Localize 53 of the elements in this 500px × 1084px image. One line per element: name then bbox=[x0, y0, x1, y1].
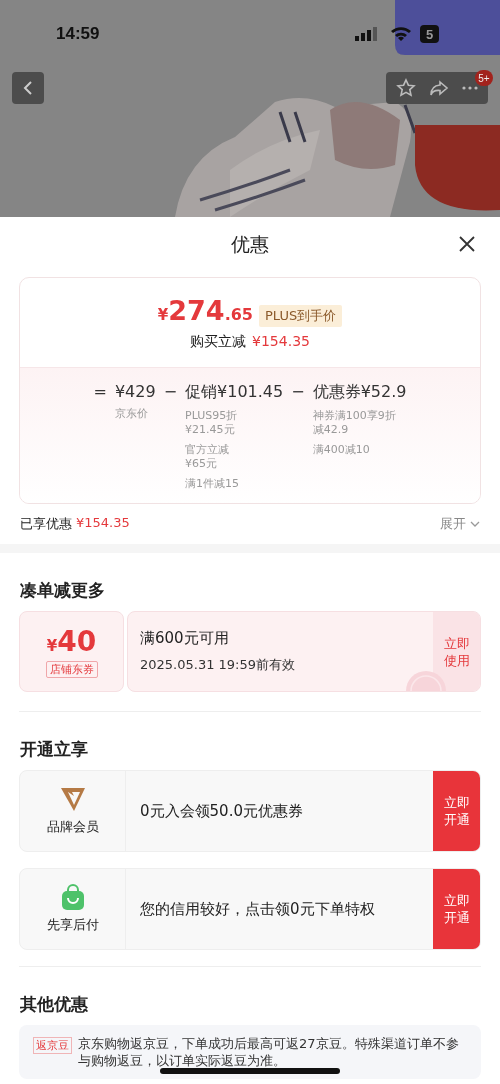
price-detail: 神券满100享9折减42.9 bbox=[312, 409, 397, 437]
coupon-condition: 满600元可用 bbox=[140, 629, 230, 648]
coupon-tag: 店铺东券 bbox=[45, 661, 98, 678]
price-component: 优惠券¥52.9 bbox=[312, 382, 407, 403]
use-button[interactable]: 立即使用 bbox=[433, 612, 480, 691]
v-logo-icon bbox=[59, 786, 86, 812]
more-icon bbox=[461, 86, 478, 90]
back-button[interactable] bbox=[12, 72, 44, 104]
sheet-title: 优惠 bbox=[231, 231, 269, 257]
star-button[interactable] bbox=[396, 78, 417, 98]
price-detail: 官方立减¥65元 bbox=[185, 443, 231, 471]
offer-text: 0元入会领50.0元优惠券 bbox=[139, 800, 304, 822]
price-component: ¥429 bbox=[114, 382, 156, 401]
section-title: 开通立享 bbox=[19, 737, 89, 761]
share-icon bbox=[429, 78, 449, 98]
status-time: 14:59 bbox=[56, 24, 100, 44]
price-detail: 京东价 bbox=[114, 407, 149, 421]
operator: = bbox=[93, 382, 107, 403]
final-price: ¥274.65 bbox=[157, 294, 253, 326]
price-detail: PLUS95折¥21.45元 bbox=[185, 409, 239, 437]
shopping-bag-icon bbox=[60, 884, 85, 910]
enjoyed-label: 已享优惠 bbox=[20, 515, 72, 533]
activate-button[interactable]: 立即开通 bbox=[433, 869, 480, 949]
operator: − bbox=[163, 382, 178, 403]
price-tag: PLUS到手价 bbox=[258, 304, 343, 327]
close-icon bbox=[458, 235, 476, 253]
info-tag: 返京豆 bbox=[33, 1037, 72, 1054]
price-detail: 满400减10 bbox=[312, 443, 371, 457]
price-component: 促销¥101.45 bbox=[185, 382, 284, 403]
reduce-label: 购买立减 bbox=[190, 332, 247, 351]
back-icon bbox=[22, 80, 34, 96]
more-button[interactable] bbox=[461, 86, 478, 90]
price-detail: 满1件减15 bbox=[185, 477, 241, 491]
operator: − bbox=[291, 382, 305, 403]
signal-icon bbox=[355, 27, 379, 41]
coupon-amount: ¥40 bbox=[46, 625, 97, 658]
info-text: 京东购物返京豆，下单成功后最高可返27京豆。特殊渠道订单不参与购物返豆，以订单实际返豆为准。 bbox=[78, 1035, 460, 1069]
section-title: 其他优惠 bbox=[19, 992, 89, 1016]
activate-button[interactable]: 立即开通 bbox=[433, 771, 480, 851]
share-button[interactable] bbox=[429, 78, 449, 98]
close-button[interactable] bbox=[458, 235, 476, 253]
coupon-validity: 2025.05.31 19:59前有效 bbox=[140, 656, 297, 674]
wifi-icon bbox=[390, 26, 412, 42]
battery-icon: 5 bbox=[420, 25, 439, 43]
enjoyed-value: ¥154.35 bbox=[76, 515, 130, 532]
offer-text: 您的信用较好，点击领0元下单特权 bbox=[139, 898, 376, 920]
expand-button[interactable]: 展开 bbox=[440, 515, 480, 533]
star-icon bbox=[396, 78, 417, 98]
reduce-value: ¥154.35 bbox=[252, 332, 310, 351]
offer-label: 品牌会员 bbox=[46, 818, 99, 836]
chevron-down-icon bbox=[470, 520, 480, 528]
section-title: 凑单减更多 bbox=[19, 578, 106, 602]
offer-label: 先享后付 bbox=[46, 916, 99, 934]
